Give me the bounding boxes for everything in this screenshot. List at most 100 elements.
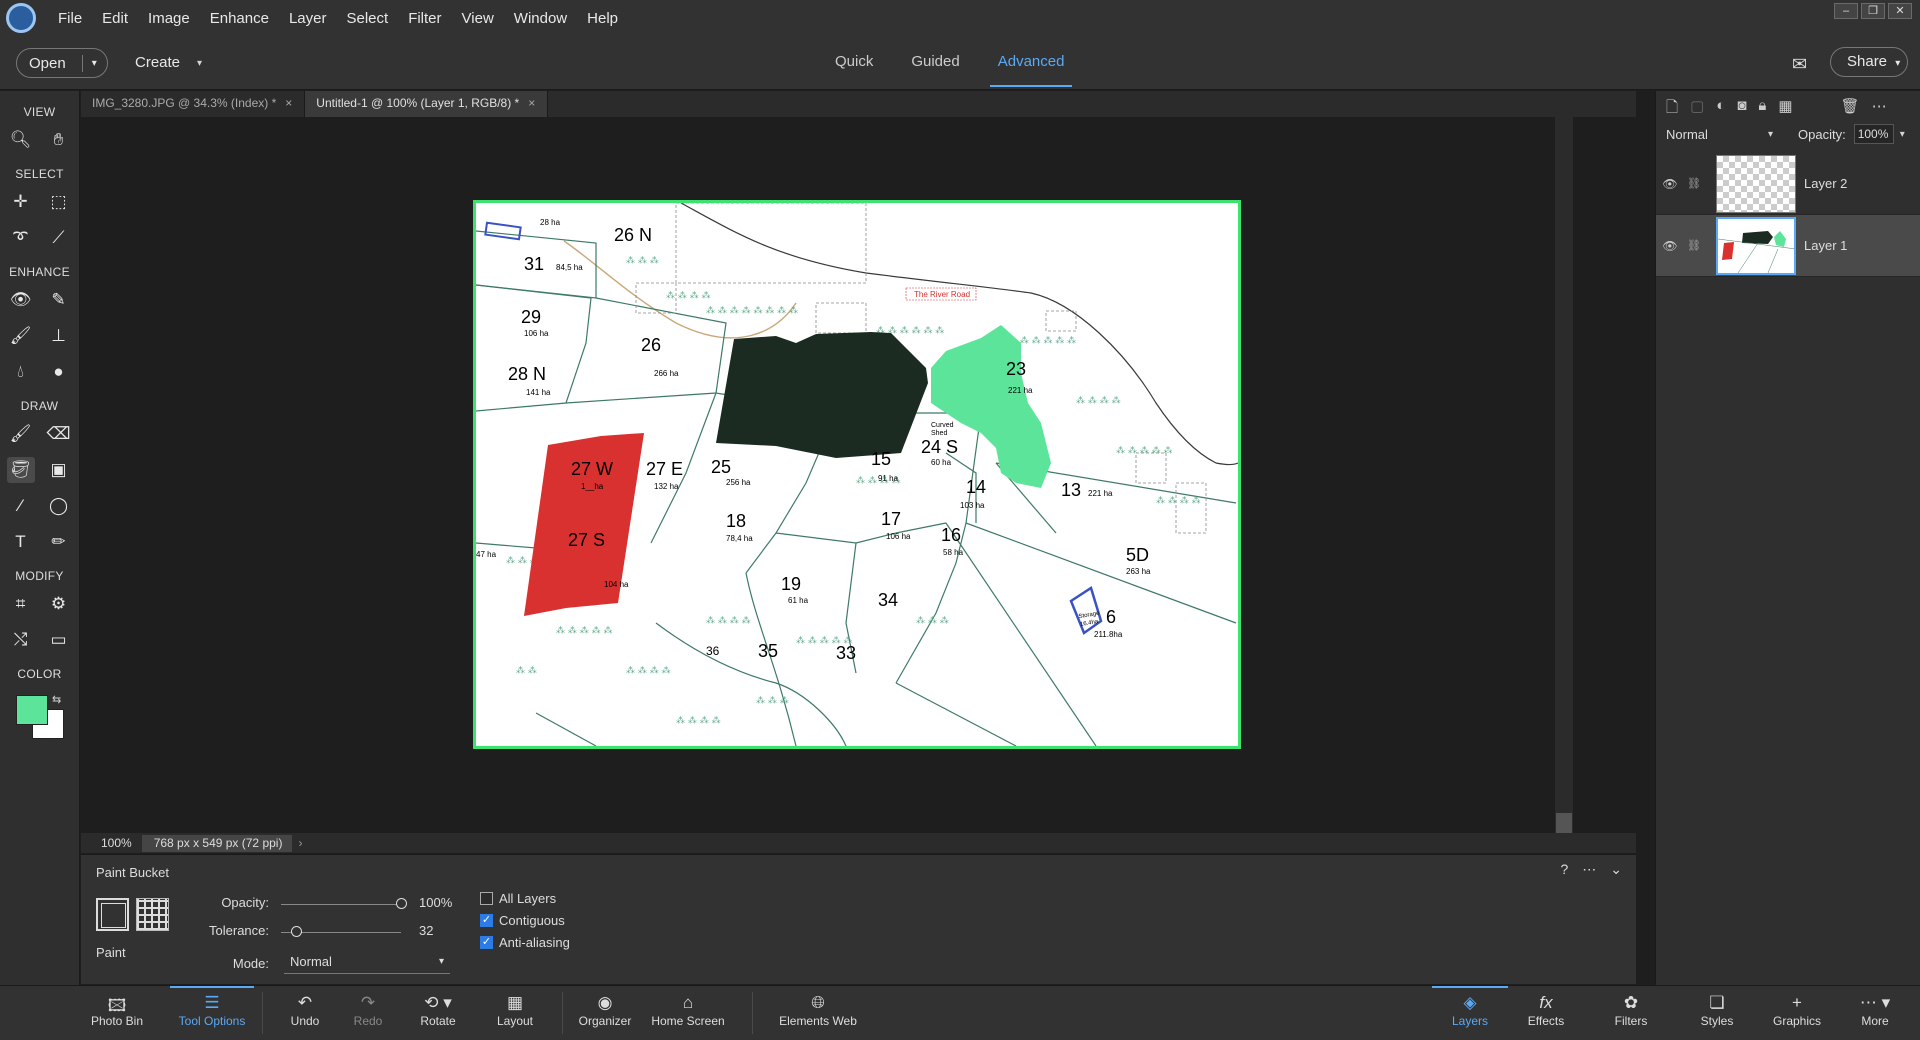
menu-window[interactable]: Window: [504, 10, 577, 27]
hand-tool-icon[interactable]: ✋︎: [45, 127, 73, 153]
move-tool-icon[interactable]: ✛: [7, 189, 35, 215]
more-button[interactable]: ⋯ ▾ More: [1850, 986, 1900, 1040]
sponge-tool-icon[interactable]: ●: [45, 359, 73, 385]
eyedropper-tool-icon[interactable]: ⁄: [7, 493, 35, 519]
zoom-level[interactable]: 100%: [81, 836, 142, 850]
new-group-icon[interactable]: ▢: [1690, 97, 1704, 117]
chevron-down-icon[interactable]: ▾: [83, 58, 97, 69]
zoom-tool-icon[interactable]: 🔍︎: [7, 127, 35, 153]
shape-tool-icon[interactable]: ◯: [45, 493, 73, 519]
healing-brush-tool-icon[interactable]: ✎: [45, 287, 73, 313]
menu-filter[interactable]: Filter: [398, 10, 451, 27]
eye-icon[interactable]: 👁︎: [1656, 239, 1684, 253]
type-tool-icon[interactable]: T: [7, 529, 35, 555]
gradient-tool-icon[interactable]: ▣: [45, 457, 73, 483]
blend-chevron-icon[interactable]: ▾: [1768, 129, 1798, 140]
styles-button[interactable]: ❏ Styles: [1689, 986, 1745, 1040]
create-button[interactable]: Create: [135, 54, 180, 71]
app-logo-icon[interactable]: [6, 3, 36, 33]
restore-button[interactable]: ❐: [1861, 3, 1885, 19]
close-tab-icon[interactable]: ×: [528, 96, 535, 110]
open-button[interactable]: Open ▾: [16, 48, 108, 78]
layer-name[interactable]: Layer 1: [1804, 238, 1847, 253]
foreground-color-swatch[interactable]: [16, 695, 48, 725]
antialias-checkbox[interactable]: ✓ Anti-aliasing: [480, 935, 570, 950]
eye-icon[interactable]: 👁︎: [1656, 177, 1684, 191]
checkbox-box[interactable]: [480, 892, 493, 905]
tab-document-1[interactable]: IMG_3280.JPG @ 34.3% (Index) * ×: [81, 91, 306, 117]
tab-document-2[interactable]: Untitled-1 @ 100% (Layer 1, RGB/8) * ×: [305, 91, 549, 117]
menu-file[interactable]: File: [48, 10, 92, 27]
mode-guided[interactable]: Guided: [911, 53, 959, 70]
home-screen-button[interactable]: ⌂ Home Screen: [648, 986, 728, 1040]
menu-edit[interactable]: Edit: [92, 10, 138, 27]
crop-tool-icon[interactable]: ⌗: [7, 591, 35, 617]
red-eye-tool-icon[interactable]: 👁︎: [7, 287, 35, 313]
share-button[interactable]: Share ▾: [1830, 47, 1908, 77]
vertical-scrollbar[interactable]: [1555, 117, 1573, 833]
opacity-slider-track[interactable]: [281, 904, 401, 905]
marquee-tool-icon[interactable]: ⬚: [45, 189, 73, 215]
layer-row-2[interactable]: 👁︎ ⛓︎ Layer 2: [1656, 153, 1920, 215]
lock-transparent-icon[interactable]: ▦: [1778, 97, 1792, 117]
filters-button[interactable]: ✿ Filters: [1603, 986, 1659, 1040]
link-icon[interactable]: ⛓︎: [1684, 177, 1704, 190]
create-chevron-icon[interactable]: ▾: [197, 58, 202, 69]
opacity-value[interactable]: 100%: [419, 895, 452, 910]
organizer-button[interactable]: ◉ Organizer: [573, 986, 637, 1040]
recompose-tool-icon[interactable]: ⚙︎: [45, 591, 73, 617]
tolerance-value[interactable]: 32: [419, 923, 433, 938]
layout-button[interactable]: ▦ Layout: [490, 986, 540, 1040]
options-more-icon[interactable]: ⋯: [1582, 861, 1596, 878]
layer-row-1[interactable]: 👁︎ ⛓︎ Layer 1: [1656, 215, 1920, 277]
brush-tool-icon[interactable]: 🖌︎: [7, 421, 35, 447]
menu-image[interactable]: Image: [138, 10, 200, 27]
mode-advanced[interactable]: Advanced: [989, 53, 1073, 87]
quick-selection-tool-icon[interactable]: ⟋: [45, 225, 73, 251]
opacity-slider-knob[interactable]: [396, 898, 407, 909]
checkbox-box[interactable]: ✓: [480, 914, 493, 927]
all-layers-checkbox[interactable]: All Layers: [480, 891, 556, 906]
photo-bin-button[interactable]: 🖾︎ Photo Bin: [82, 986, 152, 1040]
close-tab-icon[interactable]: ×: [285, 96, 292, 110]
menu-help[interactable]: Help: [577, 10, 628, 27]
layer-name[interactable]: Layer 2: [1804, 176, 1847, 191]
checkbox-box[interactable]: ✓: [480, 936, 493, 949]
panel-more-icon[interactable]: ⋯: [1872, 97, 1887, 117]
tool-options-button[interactable]: ☰ Tool Options: [170, 986, 254, 1040]
scrollbar-thumb[interactable]: [1556, 813, 1572, 833]
help-icon[interactable]: ?: [1560, 861, 1568, 878]
content-aware-move-tool-icon[interactable]: ⤭: [7, 627, 35, 653]
blur-tool-icon[interactable]: 💧︎: [7, 359, 35, 385]
adjustment-layer-icon[interactable]: ◐: [1716, 97, 1725, 117]
minimize-button[interactable]: –: [1834, 3, 1858, 19]
collapse-chevron-icon[interactable]: ⌄: [1610, 861, 1622, 878]
link-icon[interactable]: ⛓︎: [1684, 239, 1704, 252]
menu-select[interactable]: Select: [336, 10, 398, 27]
mode-quick[interactable]: Quick: [835, 53, 873, 70]
blend-mode-select[interactable]: Normal: [1666, 127, 1768, 142]
straighten-tool-icon[interactable]: ▭: [45, 627, 73, 653]
smart-brush-tool-icon[interactable]: 🖌︎: [7, 323, 35, 349]
layer-mask-icon[interactable]: ◙: [1737, 97, 1746, 117]
elements-web-button[interactable]: 🌐︎ Elements Web: [770, 986, 866, 1040]
undo-button[interactable]: ↶ Undo: [280, 986, 330, 1040]
layer-opacity-input[interactable]: 100%: [1853, 124, 1894, 144]
layers-button[interactable]: ◈ Layers: [1432, 986, 1508, 1040]
contiguous-checkbox[interactable]: ✓ Contiguous: [480, 913, 565, 928]
effects-button[interactable]: fx Effects: [1518, 986, 1574, 1040]
paint-bucket-tool-icon[interactable]: 🪣︎: [6, 457, 35, 483]
lock-all-icon[interactable]: 🔒︎: [1758, 97, 1766, 117]
menu-view[interactable]: View: [452, 10, 504, 27]
graphics-button[interactable]: + Graphics: [1764, 986, 1830, 1040]
rotate-button[interactable]: ⟲ ▾ Rotate: [410, 986, 466, 1040]
lasso-tool-icon[interactable]: ➰︎: [7, 225, 35, 251]
image-canvas[interactable]: ⁂ ⁂ ⁂ ⁂ ⁂ ⁂ ⁂ ⁂ ⁂ ⁂ ⁂ ⁂ ⁂ ⁂ ⁂ ⁂ ⁂ ⁂ ⁂ ⁂ ⁂ …: [473, 200, 1241, 749]
mail-icon[interactable]: ✉: [1792, 54, 1807, 75]
menu-layer[interactable]: Layer: [279, 10, 337, 27]
fill-pattern-option[interactable]: [136, 898, 169, 931]
clone-stamp-tool-icon[interactable]: ⊥: [45, 323, 73, 349]
status-arrow-icon[interactable]: ›: [298, 836, 302, 850]
menu-enhance[interactable]: Enhance: [200, 10, 279, 27]
new-layer-icon[interactable]: 🗋︎: [1666, 97, 1678, 117]
